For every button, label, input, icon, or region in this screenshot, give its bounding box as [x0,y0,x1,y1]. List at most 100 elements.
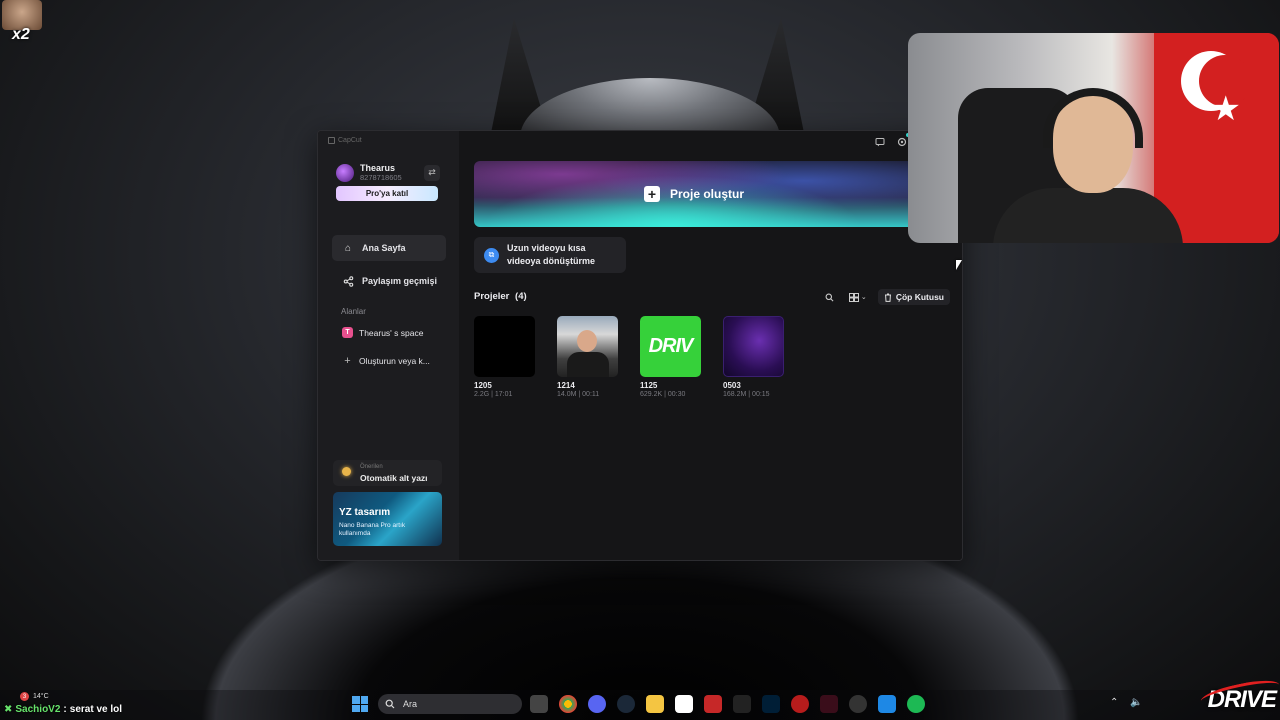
project-thumbnail[interactable] [557,316,618,377]
app-title: CapCut [338,137,362,144]
project-thumbnail[interactable] [474,316,535,377]
record-icon[interactable] [791,695,809,713]
spotify-icon[interactable] [907,695,925,713]
project-list: 1205 2.2G | 17:01 1214 14.0M | 00:11 DRI… [474,316,784,398]
project-name: 1214 [557,381,575,390]
weather-temp[interactable]: 14°C [33,693,49,700]
capcut-window: CapCut Thearus 8278718605 ⇄ Pro'ya katıl… [317,130,963,561]
project-name: 1205 [474,381,492,390]
app-icon-red[interactable] [704,695,722,713]
app-logo: CapCut [328,137,362,144]
create-space-button[interactable]: + Oluşturun veya k... [342,355,430,367]
project-thumbnail[interactable] [723,316,784,377]
clip-icon: ⧉ [484,247,499,263]
project-card[interactable]: 1205 2.2G | 17:01 [474,316,535,398]
space-item[interactable]: T Thearus' s space [342,327,423,338]
system-tray: ⌃ 🔈 [1110,697,1143,708]
taskbar-search[interactable]: Ara [378,694,522,714]
photoshop-icon[interactable] [762,695,780,713]
valorant-icon[interactable] [820,695,838,713]
space-badge: T [342,327,353,338]
weather-badge: 3 [20,692,29,701]
webcam-overlay: ★ [908,33,1279,243]
trash-button[interactable]: Çöp Kutusu [877,289,950,305]
epic-games-icon[interactable] [733,695,751,713]
chrome-icon[interactable] [559,695,577,713]
user-card: Thearus 8278718605 ⇄ Pro'ya katıl [336,163,440,201]
avatar[interactable] [336,163,354,182]
wallpaper-bat-mask [520,78,780,138]
project-card[interactable]: DRIV 1125 629.2K | 00:30 [640,316,701,398]
create-space-label: Oluşturun veya k... [359,356,430,366]
plus-icon: + [344,355,351,367]
app-logo-icon [328,137,335,144]
user-id: 8278718605 [360,173,402,182]
wallpaper-bat-ear-left [490,18,550,138]
streamer-body [993,188,1183,243]
long-to-short-tool[interactable]: ⧉ Uzun videoyu kısa videoya dönüştürme [474,237,626,273]
chat-text: serat ve lol [69,704,123,715]
task-view-icon[interactable] [530,695,548,713]
capcut-icon[interactable] [675,695,693,713]
search-icon[interactable] [822,289,838,305]
projects-label: Projeler [474,291,510,302]
windows-start-button[interactable] [352,696,368,712]
suggestion-title: Otomatik alt yazı [360,473,428,483]
plus-icon: + [643,186,660,202]
nav-home[interactable]: ⌂ Ana Sayfa [332,235,446,261]
taskbar-apps [530,695,925,713]
view-toggle[interactable]: ⌄ [844,289,872,305]
settings-icon[interactable] [896,133,910,148]
star-icon: ★ [1210,90,1241,128]
stream-brand-logo: DRIVE [1198,675,1280,714]
thumbnail-logo-text: DRIV [648,335,694,357]
nav-home-label: Ana Sayfa [362,243,406,253]
suggestion-small-label: Önerilen [360,464,383,470]
nav-share-history[interactable]: Paylaşım geçmişi [332,268,446,294]
create-project-label: Proje oluştur [669,187,744,201]
promo-card[interactable]: YZ tasarım Nano Banana Pro artık kullanı… [333,492,442,546]
bulb-icon [342,467,351,476]
projects-header: Projeler (4) [474,291,527,302]
share-icon [342,275,354,287]
project-tools: ⌄ Çöp Kutusu [822,289,950,305]
corner-multiplier: x2 [12,26,30,43]
chevron-down-icon: ⌄ [860,294,867,301]
chat-separator: : [63,704,67,715]
taskbar-search-label: Ara [403,699,418,709]
spaces-label: Alanlar [341,307,366,316]
promo-text: Nano Banana Pro artık kullanımda [339,522,406,537]
mouse-cursor [956,260,962,270]
create-project-button[interactable]: + Proje oluştur [474,161,914,227]
project-thumbnail[interactable]: DRIV [640,316,701,377]
home-icon: ⌂ [344,242,352,254]
sidebar: CapCut Thearus 8278718605 ⇄ Pro'ya katıl… [318,131,459,560]
titlebar: CapCut [318,131,459,153]
project-name: 1125 [640,381,658,390]
obs-icon[interactable] [849,695,867,713]
switch-account-button[interactable]: ⇄ [424,164,440,181]
promo-title: YZ tasarım [339,507,391,518]
suggestion-card[interactable]: Önerilen Otomatik alt yazı [333,460,442,486]
space-item-label: Thearus' s space [359,327,424,338]
grid-icon [848,292,859,302]
tool-label: Uzun videoyu kısa videoya dönüştürme [507,242,596,266]
volume-icon[interactable]: 🔈 [1130,697,1142,708]
wallpaper-bat-ear-right [745,18,805,138]
steam-icon[interactable] [617,695,635,713]
chat-badge-icon: ✖ [4,704,13,715]
discord-icon[interactable] [588,695,606,713]
project-card[interactable]: 1214 14.0M | 00:11 [557,316,618,398]
project-name: 0503 [723,381,741,390]
title-icons [874,133,910,148]
project-meta: 168.2M | 00:15 [723,391,770,398]
folder-icon[interactable] [646,695,664,713]
chevron-up-icon[interactable]: ⌃ [1110,697,1118,708]
search-icon [385,699,395,709]
photos-icon[interactable] [878,695,896,713]
trash-label: Çöp Kutusu [895,292,944,302]
project-meta: 629.2K | 00:30 [640,391,686,398]
join-pro-button[interactable]: Pro'ya katıl [336,186,438,201]
project-card[interactable]: 0503 168.2M | 00:15 [723,316,784,398]
message-icon[interactable] [874,136,886,148]
